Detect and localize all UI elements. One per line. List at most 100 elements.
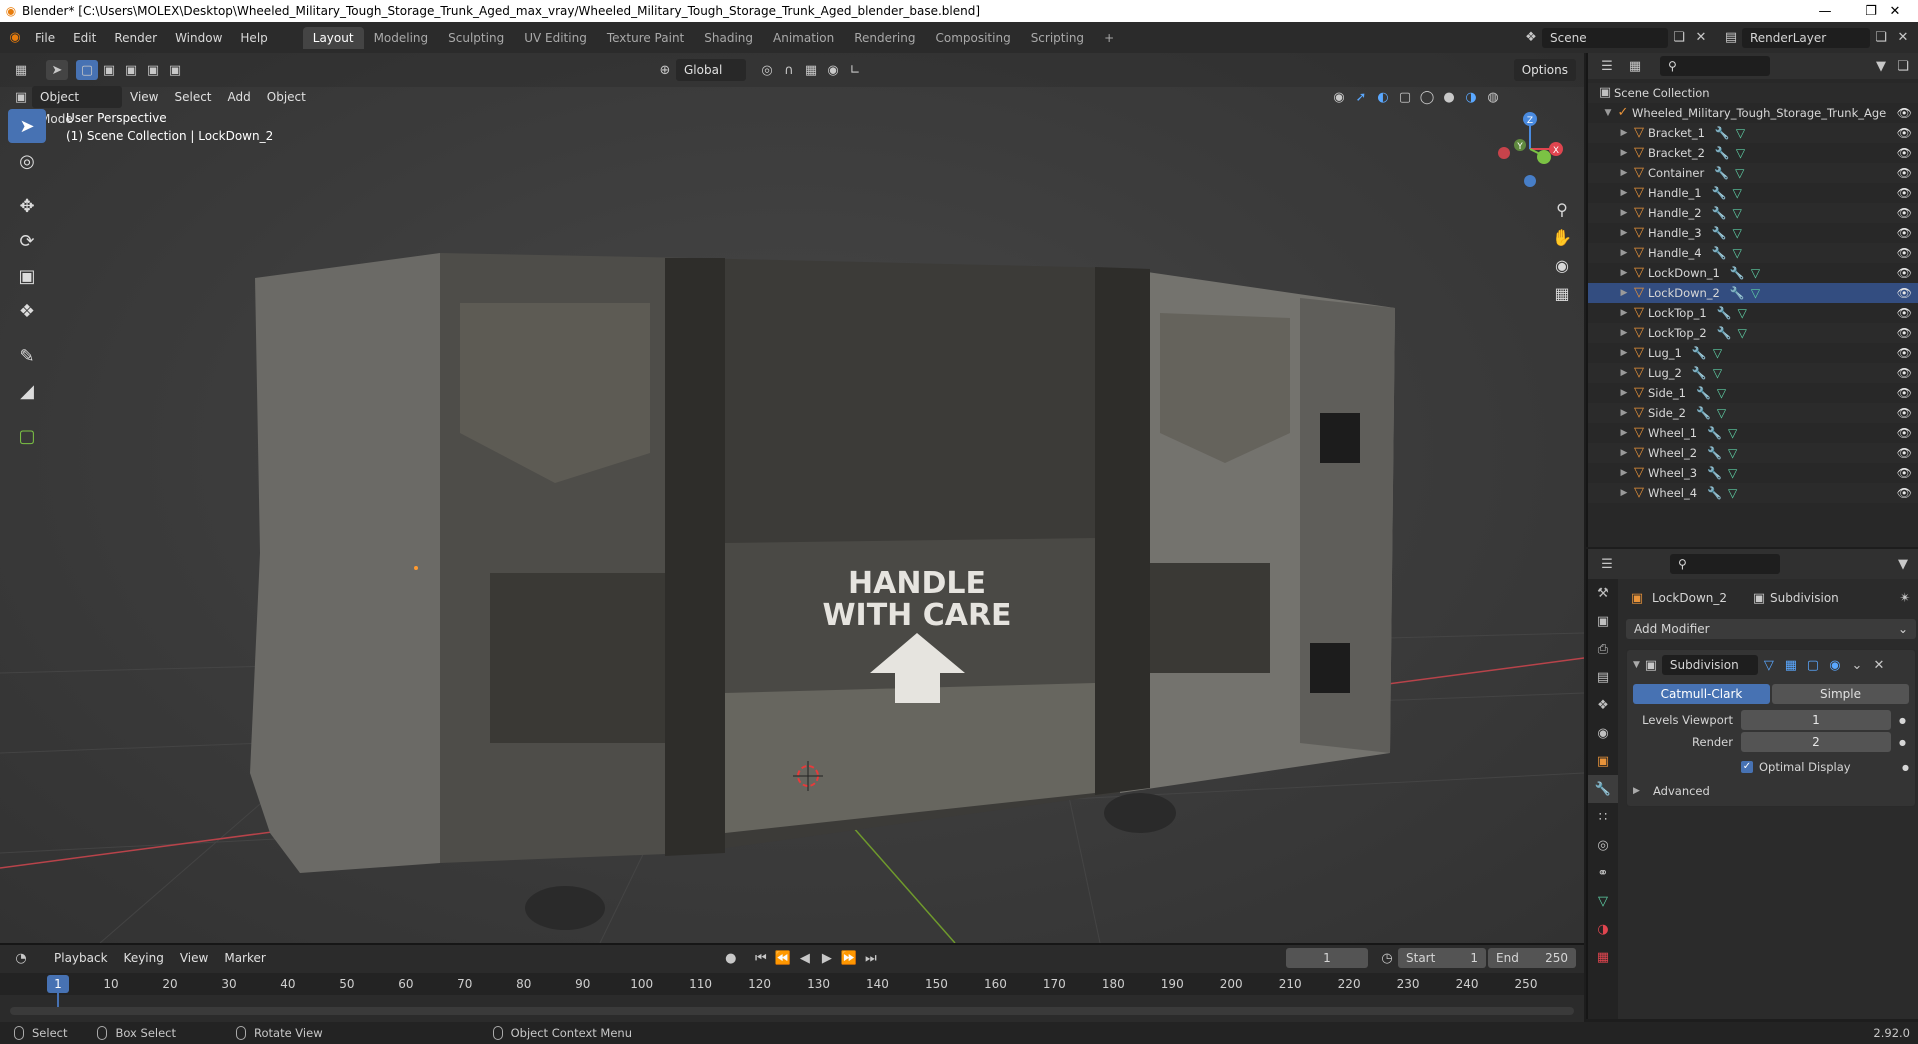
mesh-data-icon[interactable]: ▽ bbox=[1733, 203, 1742, 223]
visibility-eye-icon[interactable]: 👁 bbox=[1897, 363, 1912, 383]
move-tool-icon[interactable]: ✥ bbox=[8, 189, 46, 223]
levels-viewport-field[interactable]: 1 bbox=[1741, 710, 1891, 730]
constraints-tab-icon[interactable]: ⚭ bbox=[1588, 859, 1618, 887]
modifier-wrench-icon[interactable]: 🔧 bbox=[1717, 303, 1732, 323]
keyframe-dot-icon[interactable]: ● bbox=[1902, 763, 1909, 772]
mesh-data-icon[interactable]: ▽ bbox=[1733, 243, 1742, 263]
expand-arrow-icon[interactable]: ▶ bbox=[1618, 383, 1630, 403]
menu-edit[interactable]: Edit bbox=[64, 27, 105, 49]
outliner-item-lug-1[interactable]: ▶ ▽ Lug_1 🔧 ▽ 👁 bbox=[1588, 343, 1918, 363]
view-layer-tab-icon[interactable]: ▤ bbox=[1588, 663, 1618, 691]
outliner-item-bracket-1[interactable]: ▶ ▽ Bracket_1 🔧 ▽ 👁 bbox=[1588, 123, 1918, 143]
solid-shading-icon[interactable]: ● bbox=[1438, 87, 1460, 107]
visibility-eye-icon[interactable]: 👁 bbox=[1897, 323, 1912, 343]
select-mode-extend-icon[interactable]: ▣ bbox=[98, 60, 120, 80]
particles-tab-icon[interactable]: ∷ bbox=[1588, 803, 1618, 831]
visibility-eye-icon[interactable]: 👁 bbox=[1897, 383, 1912, 403]
snap-icon[interactable]: ∩ bbox=[778, 60, 800, 80]
visibility-eye-icon[interactable]: 👁 bbox=[1897, 463, 1912, 483]
outliner-item-side-2[interactable]: ▶ ▽ Side_2 🔧 ▽ 👁 bbox=[1588, 403, 1918, 423]
menu-render[interactable]: Render bbox=[105, 27, 166, 49]
cursor-tool-icon[interactable]: ◎ bbox=[8, 144, 46, 178]
output-tab-icon[interactable]: ⎙ bbox=[1588, 635, 1618, 663]
select-mode-invert-icon[interactable]: ▣ bbox=[142, 60, 164, 80]
tab-compositing[interactable]: Compositing bbox=[925, 27, 1020, 49]
timeline-scrollbar[interactable] bbox=[10, 1007, 1574, 1015]
scene-selector[interactable]: Scene bbox=[1542, 27, 1668, 48]
tool-tab-icon[interactable]: ⚒ bbox=[1588, 579, 1618, 607]
falloff-icon[interactable]: ∟ bbox=[844, 60, 866, 80]
prev-keyframe-icon[interactable]: ⏪ bbox=[772, 948, 794, 968]
next-keyframe-icon[interactable]: ⏩ bbox=[838, 948, 860, 968]
visibility-eye-icon[interactable]: 👁 bbox=[1897, 443, 1912, 463]
outliner-search-input[interactable]: ⚲ bbox=[1660, 56, 1770, 76]
new-collection-icon[interactable]: ❏ bbox=[1892, 56, 1914, 76]
optimal-display-checkbox[interactable]: ✓ bbox=[1741, 761, 1753, 773]
visibility-eye-icon[interactable]: 👁 bbox=[1897, 283, 1912, 303]
visibility-eye-icon[interactable]: 👁 bbox=[1897, 243, 1912, 263]
advanced-subpanel[interactable]: ▶ Advanced bbox=[1633, 784, 1909, 798]
tab-modeling[interactable]: Modeling bbox=[364, 27, 439, 49]
menu-file[interactable]: File bbox=[26, 27, 64, 49]
modifier-wrench-icon[interactable]: 🔧 bbox=[1715, 123, 1730, 143]
mesh-data-icon[interactable]: ▽ bbox=[1728, 443, 1737, 463]
expand-arrow-icon[interactable]: ▶ bbox=[1618, 283, 1630, 303]
outliner-item-lug-2[interactable]: ▶ ▽ Lug_2 🔧 ▽ 👁 bbox=[1588, 363, 1918, 383]
zoom-icon[interactable]: ⚲ bbox=[1548, 195, 1576, 223]
modifier-wrench-icon[interactable]: 🔧 bbox=[1707, 483, 1722, 503]
filter-icon[interactable]: ▼ bbox=[1870, 56, 1892, 76]
xray-toggle-icon[interactable]: ▢ bbox=[1394, 87, 1416, 107]
collapse-arrow-icon[interactable]: ▼ bbox=[1602, 103, 1614, 123]
expand-arrow-icon[interactable]: ▶ bbox=[1618, 243, 1630, 263]
properties-options-icon[interactable]: ▼ bbox=[1892, 554, 1914, 574]
camera-view-icon[interactable]: ◉ bbox=[1548, 251, 1576, 279]
tab-rendering[interactable]: Rendering bbox=[844, 27, 925, 49]
proportional-edit-icon[interactable]: ◉ bbox=[822, 60, 844, 80]
mesh-data-icon[interactable]: ▽ bbox=[1717, 403, 1726, 423]
timeline-menu-playback[interactable]: Playback bbox=[46, 947, 116, 969]
expand-arrow-icon[interactable]: ▶ bbox=[1618, 223, 1630, 243]
new-scene-icon[interactable]: ❏ bbox=[1668, 28, 1690, 48]
mesh-data-icon[interactable]: ▽ bbox=[1713, 343, 1722, 363]
visibility-eye-icon[interactable]: 👁 bbox=[1897, 123, 1912, 143]
modifier-wrench-icon[interactable]: 🔧 bbox=[1712, 243, 1727, 263]
modifier-wrench-icon[interactable]: 🔧 bbox=[1692, 363, 1707, 383]
annotate-tool-icon[interactable]: ✎ bbox=[8, 339, 46, 373]
trunk-model[interactable] bbox=[250, 253, 1395, 930]
mesh-data-icon[interactable]: ▽ bbox=[1751, 263, 1760, 283]
keyframe-dot-icon[interactable]: ● bbox=[1899, 738, 1906, 747]
physics-tab-icon[interactable]: ◎ bbox=[1588, 831, 1618, 859]
timeline-ruler[interactable]: 1102030405060708090100110120130140150160… bbox=[0, 973, 1584, 1007]
rendered-shading-icon[interactable]: ◍ bbox=[1482, 87, 1504, 107]
visibility-eye-icon[interactable]: 👁 bbox=[1897, 103, 1912, 123]
edit-mode-toggle-icon[interactable]: ▽ bbox=[1758, 655, 1780, 675]
tab-sculpting[interactable]: Sculpting bbox=[438, 27, 514, 49]
mesh-data-icon[interactable]: ▽ bbox=[1713, 363, 1722, 383]
add-modifier-dropdown[interactable]: Add Modifier ⌄ bbox=[1626, 619, 1916, 639]
outliner-item-handle-1[interactable]: ▶ ▽ Handle_1 🔧 ▽ 👁 bbox=[1588, 183, 1918, 203]
outliner-editor-type-icon[interactable]: ☰ bbox=[1596, 56, 1618, 76]
mesh-data-icon[interactable]: ▽ bbox=[1736, 143, 1745, 163]
viewport-menu-select[interactable]: Select bbox=[166, 86, 219, 108]
visibility-eye-icon[interactable]: 👁 bbox=[1897, 163, 1912, 183]
visibility-eye-icon[interactable]: 👁 bbox=[1897, 203, 1912, 223]
view-layer-icon[interactable]: ▤ bbox=[1720, 28, 1742, 48]
pivot-point-icon[interactable]: ◎ bbox=[756, 60, 778, 80]
mesh-data-icon[interactable]: ▽ bbox=[1733, 183, 1742, 203]
data-tab-icon[interactable]: ▽ bbox=[1588, 887, 1618, 915]
add-workspace-button[interactable]: + bbox=[1094, 27, 1124, 49]
modifier-wrench-icon[interactable]: 🔧 bbox=[1717, 323, 1732, 343]
modifier-wrench-icon[interactable]: 🔧 bbox=[1707, 463, 1722, 483]
delete-view-layer-icon[interactable]: ✕ bbox=[1892, 28, 1914, 48]
modifier-wrench-icon[interactable]: 🔧 bbox=[1692, 343, 1707, 363]
keyframe-dot-icon[interactable]: ● bbox=[1899, 716, 1906, 725]
pan-hand-icon[interactable]: ✋ bbox=[1548, 223, 1576, 251]
select-box-tool-icon[interactable]: ➤ bbox=[8, 109, 46, 143]
menu-window[interactable]: Window bbox=[166, 27, 231, 49]
viewport-menu-object[interactable]: Object bbox=[259, 86, 314, 108]
expand-arrow-icon[interactable]: ▶ bbox=[1618, 403, 1630, 423]
outliner-item-lockdown-1[interactable]: ▶ ▽ LockDown_1 🔧 ▽ 👁 bbox=[1588, 263, 1918, 283]
mesh-data-icon[interactable]: ▽ bbox=[1738, 323, 1747, 343]
simple-button[interactable]: Simple bbox=[1772, 684, 1909, 704]
outliner-scene-collection[interactable]: ▣ Scene Collection bbox=[1588, 83, 1918, 103]
